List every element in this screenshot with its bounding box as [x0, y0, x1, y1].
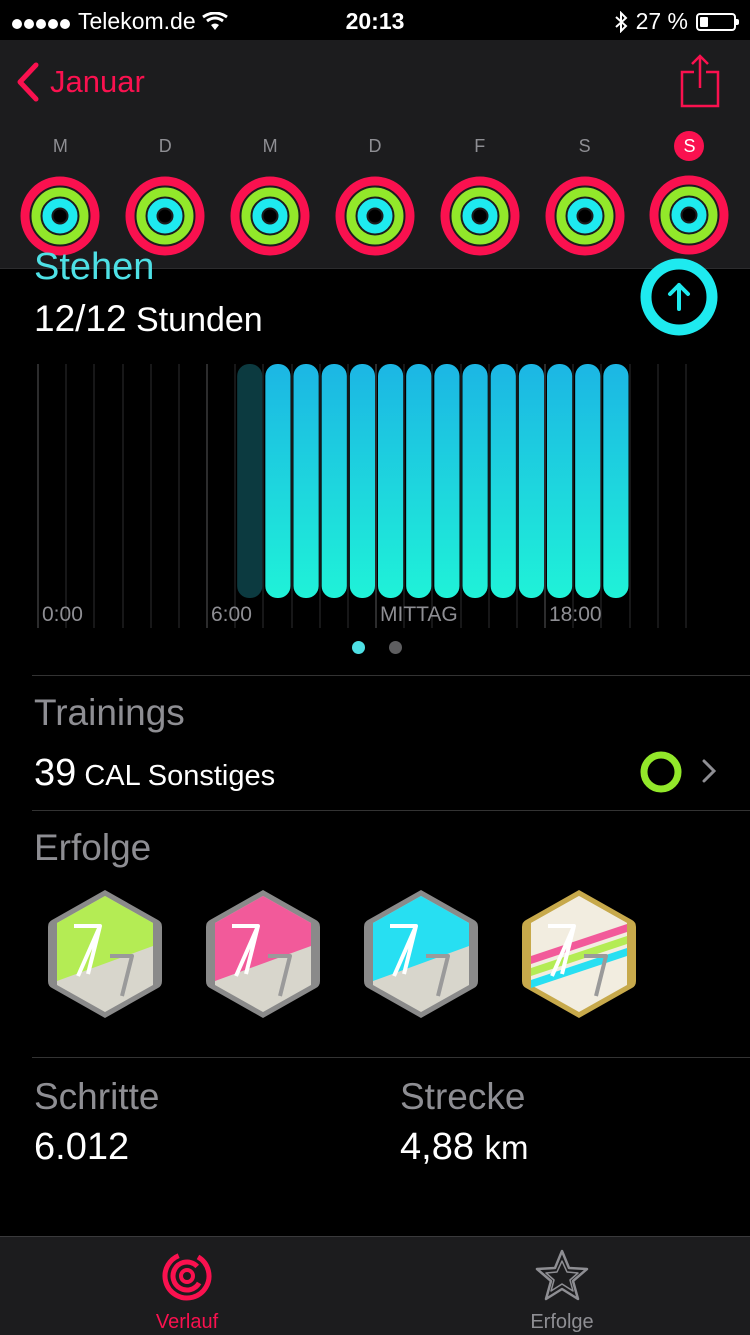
stand-arrow-icon[interactable] [640, 258, 718, 336]
page-dot [389, 641, 402, 654]
status-bar: Telekom.de 20:13 27 % [0, 0, 750, 40]
stand-hour-bar [237, 364, 263, 598]
tab-awards-label: Erfolge [530, 1311, 594, 1333]
battery-icon [696, 12, 739, 31]
exercise-badge-icon[interactable] [202, 886, 324, 1022]
stand-value: 12/12 Stunden [34, 298, 263, 340]
activity-ring-icon [335, 176, 415, 256]
divider [32, 810, 750, 811]
day-column[interactable]: M [16, 130, 104, 258]
activity-ring-icon [649, 175, 729, 255]
tab-bar: Verlauf Erfolge [0, 1236, 750, 1335]
stand-hour-bar [547, 364, 573, 598]
axis-tick-label: 6:00 [211, 603, 252, 626]
page-indicator[interactable] [352, 641, 402, 654]
stand-hour-bar [575, 364, 601, 598]
trainings-title: Trainings [34, 692, 185, 733]
share-icon[interactable] [680, 54, 720, 108]
stand-unit: Stunden [136, 301, 263, 339]
bluetooth-icon [614, 10, 628, 33]
divider [32, 675, 750, 676]
day-label: M [262, 135, 278, 156]
stand-hour-bar [406, 364, 432, 598]
day-label: S [578, 135, 591, 156]
workout-ring-icon [640, 751, 682, 793]
battery-percent: 27 % [635, 8, 688, 34]
chevron-left-icon [17, 62, 39, 102]
stand-hour-bar [321, 364, 347, 598]
stand-hour-bar [490, 364, 516, 598]
move-badge-icon[interactable] [44, 886, 166, 1022]
steps-label: Schritte [34, 1076, 160, 1117]
axis-tick-label: 18:00 [549, 603, 602, 626]
back-button[interactable]: Januar [16, 62, 145, 102]
divider [32, 1057, 750, 1058]
training-unit: CAL [84, 760, 140, 792]
tab-history[interactable]: Verlauf [87, 1237, 287, 1335]
axis-tick-label: MITTAG [380, 603, 458, 626]
stand-hour-bar [518, 364, 544, 598]
star-icon [535, 1249, 589, 1301]
activity-ring-icon [440, 176, 520, 256]
activity-rings-icon [162, 1251, 212, 1301]
week-header: Januar M D M D F S S [0, 40, 750, 269]
page-dot-active [352, 641, 365, 654]
stand-hours: 12/12 [34, 298, 127, 339]
stand-hour-bar [462, 364, 488, 598]
distance-value: 4,88 km [400, 1126, 529, 1169]
activity-ring-icon [230, 176, 310, 256]
stand-hour-bar [378, 364, 404, 598]
training-row[interactable]: 39 CAL Sonstiges [34, 752, 275, 795]
day-column[interactable]: D [121, 130, 209, 258]
week-strip: MDMDFSS [0, 130, 750, 258]
day-column[interactable]: D [331, 130, 419, 258]
day-column[interactable]: S [645, 130, 733, 258]
stand-hour-bar [349, 364, 375, 598]
day-column[interactable]: S [541, 130, 629, 258]
stand-hour-bar [293, 364, 319, 598]
achievement-badges [44, 886, 640, 1022]
tab-awards[interactable]: Erfolge [462, 1237, 662, 1335]
distance-unit: km [484, 1129, 529, 1166]
axis-tick-label: 0:00 [42, 603, 83, 626]
stand-badge-icon[interactable] [360, 886, 482, 1022]
stand-hour-bar [434, 364, 460, 598]
stand-chart: 0:00 6:00 MITTAG 18:00 [37, 364, 687, 628]
status-right: 27 % [614, 8, 739, 35]
day-label: S [674, 131, 705, 161]
tab-history-label: Verlauf [155, 1311, 219, 1333]
day-column[interactable]: M [226, 130, 314, 258]
day-label: D [368, 135, 382, 156]
stand-hour-bar [265, 364, 291, 598]
perfect-week-badge-icon[interactable] [518, 886, 640, 1022]
activity-ring-icon [545, 176, 625, 256]
steps-value: 6.012 [34, 1126, 130, 1168]
chevron-right-icon[interactable] [700, 758, 718, 784]
training-type: Sonstiges [147, 760, 276, 792]
training-calories: 39 [34, 752, 77, 794]
distance-label: Strecke [400, 1076, 526, 1117]
day-column[interactable]: F [436, 130, 524, 258]
stand-title: Stehen [34, 246, 155, 288]
back-label: Januar [50, 64, 145, 99]
day-label: D [158, 135, 172, 156]
day-label: F [474, 135, 486, 156]
day-label: M [52, 135, 68, 156]
achievements-title: Erfolge [34, 827, 152, 868]
stand-hour-bar [603, 364, 629, 598]
distance-number: 4,88 [400, 1126, 474, 1168]
